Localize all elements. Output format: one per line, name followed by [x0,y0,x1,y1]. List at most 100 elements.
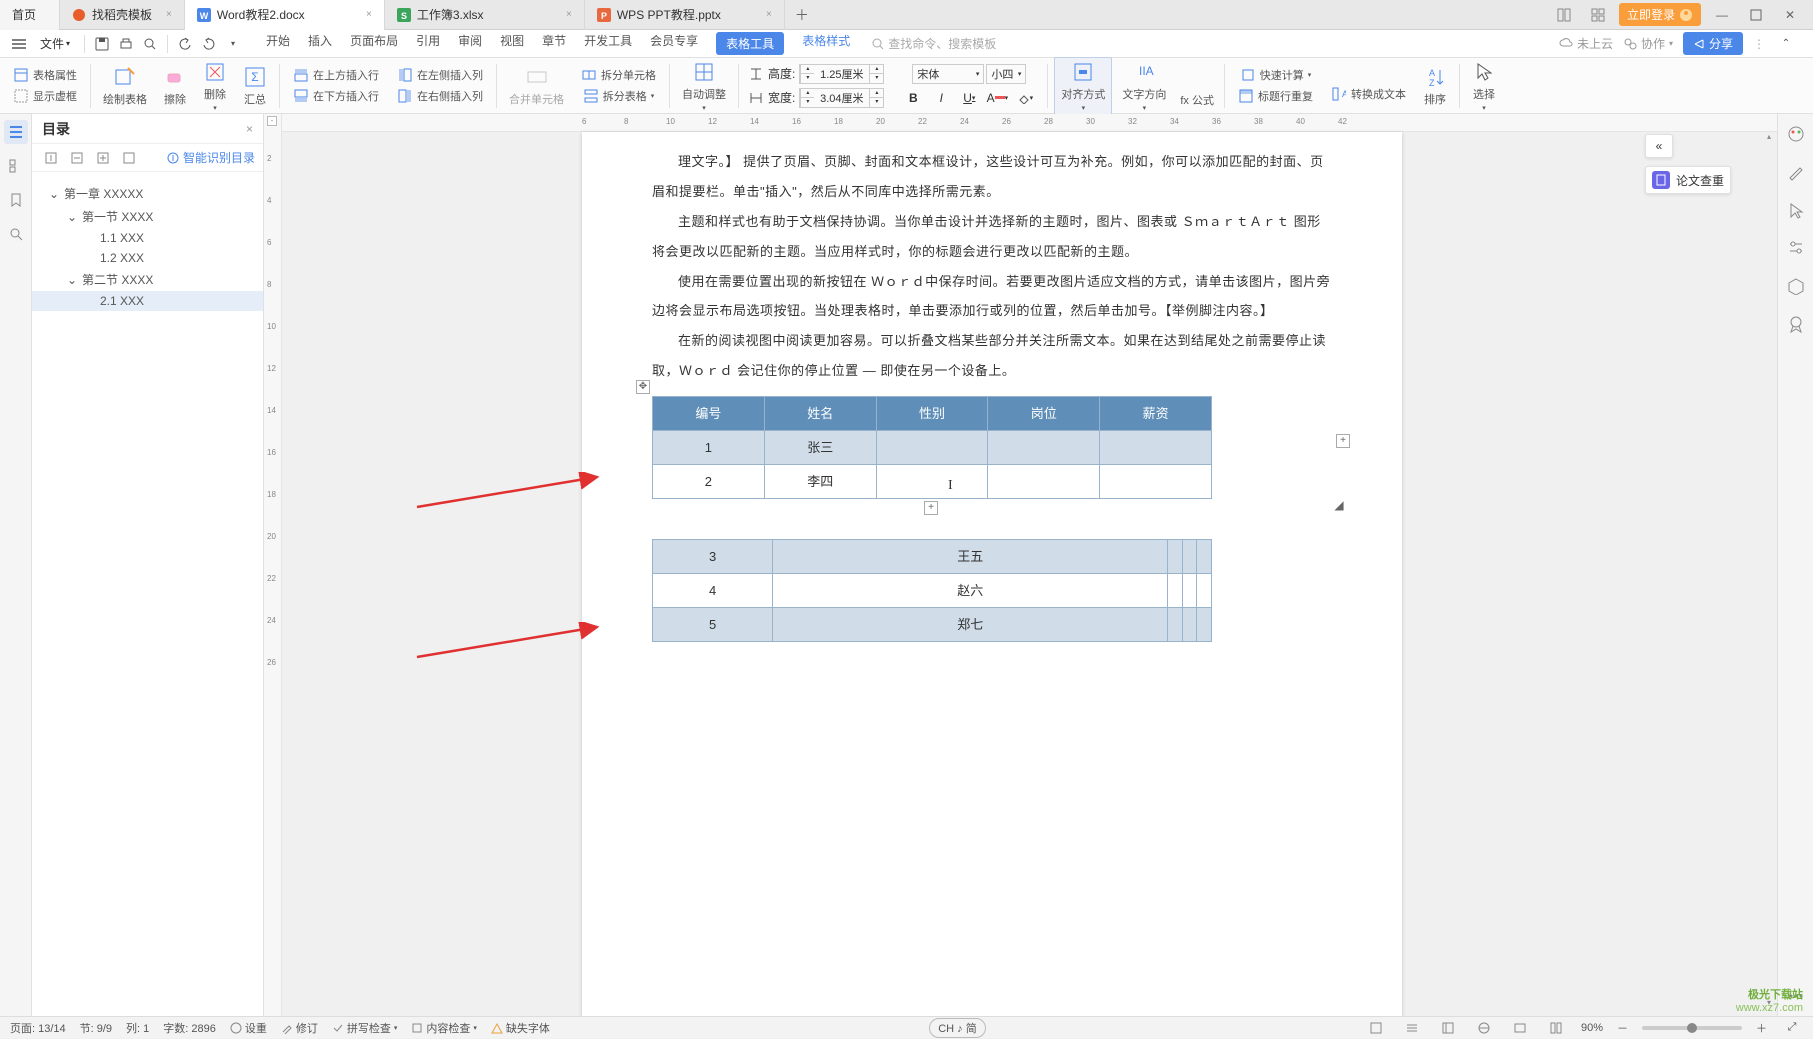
table-move-handle[interactable]: ✥ [636,380,650,394]
tab-template[interactable]: 找稻壳模板 × [60,0,185,30]
zoom-value[interactable]: 90% [1581,1022,1603,1034]
menu-tab-reference[interactable]: 引用 [416,32,440,55]
add-col-handle[interactable]: + [1336,434,1350,448]
add-row-handle[interactable]: + [924,501,938,515]
table-cell[interactable]: 王五 [773,540,1168,574]
table-properties[interactable]: 表格属性 [9,65,81,85]
status-content[interactable]: 内容检查▾ [411,1020,477,1036]
close-icon[interactable]: × [366,9,372,20]
data-table-1[interactable]: 编号姓名性别岗位薪资1张三2李四 [652,396,1212,499]
table-cell[interactable] [876,465,988,499]
close-icon[interactable]: × [246,122,253,136]
menu-tab-dev[interactable]: 开发工具 [584,32,632,55]
resize-handle[interactable]: ◢ [1332,499,1346,513]
col-width-input[interactable]: ▴▾3.04厘米▴▾ [799,88,884,108]
preview-button[interactable] [139,33,161,55]
save-button[interactable] [91,33,113,55]
smart-detect[interactable]: 智能识别目录 [167,149,255,166]
redo-button[interactable] [198,33,220,55]
night-mode[interactable] [1509,1017,1531,1039]
table-cell[interactable]: 张三 [764,431,876,465]
formula-button[interactable]: fx 公式 [1176,62,1218,110]
outline-item[interactable]: ⌄第二节 XXXX [32,268,263,291]
table-cell[interactable]: 2 [653,465,765,499]
undo-button[interactable] [174,33,196,55]
table-header[interactable]: 姓名 [764,397,876,431]
tab-home[interactable]: 首页 [0,0,60,30]
font-size-select[interactable]: 小四▾ [986,64,1026,84]
table-cell[interactable] [1182,608,1197,642]
zoom-fit[interactable] [1545,1017,1567,1039]
thumbnail-icon[interactable] [4,154,28,178]
table-cell[interactable]: 李四 [764,465,876,499]
file-menu[interactable]: 文件 ▾ [32,35,78,52]
print-button[interactable] [115,33,137,55]
outline-item[interactable]: 1.2 XXX [32,248,263,268]
outline-item[interactable]: 2.1 XXX [32,291,263,311]
table-cell[interactable] [988,431,1100,465]
expand-icon[interactable] [118,147,140,169]
insert-col-left[interactable]: 在左侧插入列 [393,65,487,85]
fold-button[interactable]: - [267,116,277,126]
status-section[interactable]: 节: 9/9 [80,1020,112,1036]
zoom-out[interactable]: － [1617,1020,1628,1036]
insert-row-above[interactable]: 在上方插入行 [289,65,383,85]
delete[interactable]: 删除▾ [197,58,233,114]
collapse-ribbon-icon[interactable]: ⌃ [1775,33,1797,55]
share-button[interactable]: 分享 [1683,32,1743,55]
menu-tab-review[interactable]: 审阅 [458,32,482,55]
insert-row-below[interactable]: 在下方插入行 [289,86,383,106]
fill-color-button[interactable]: ▾ [1012,88,1038,108]
settings-icon[interactable] [1784,236,1808,260]
view-mode-outline[interactable] [1437,1017,1459,1039]
menu-tab-layout[interactable]: 页面布局 [350,32,398,55]
menu-tab-section[interactable]: 章节 [542,32,566,55]
view-mode-read[interactable] [1473,1017,1495,1039]
row-height-input[interactable]: ▴▾1.25厘米▴▾ [799,64,884,84]
bold-button[interactable]: B [900,88,926,108]
outline-item[interactable]: ⌄第一节 XXXX [32,205,263,228]
view-mode-web[interactable] [1401,1017,1423,1039]
vertical-scrollbar[interactable]: ▴ ▾ [1763,132,1775,1012]
edit-icon[interactable] [1784,160,1808,184]
table-cell[interactable]: 赵六 [773,574,1168,608]
table-cell[interactable]: 3 [653,540,773,574]
table-header[interactable]: 岗位 [988,397,1100,431]
text-direction-button[interactable]: IIA文字方向▾ [1116,58,1172,114]
data-table-2[interactable]: 3王五4赵六5郑七 [652,539,1212,642]
to-text[interactable]: A转换成文本 [1327,84,1410,104]
app-switcher-icon[interactable] [1551,2,1577,28]
status-spell[interactable]: 拼写检查▾ [332,1020,398,1036]
table-cell[interactable] [1197,540,1212,574]
table-cell[interactable]: 1 [653,431,765,465]
close-icon[interactable]: ✕ [1777,2,1803,28]
underline-button[interactable]: U▾ [956,88,982,108]
menu-tab-view[interactable]: 视图 [500,32,524,55]
collapse-icon[interactable] [92,147,114,169]
draw-table[interactable]: 绘制表格 [97,63,153,109]
status-col[interactable]: 列: 1 [126,1020,149,1036]
table-header[interactable]: 性别 [876,397,988,431]
close-icon[interactable]: × [566,9,572,20]
menu-tab-insert[interactable]: 插入 [308,32,332,55]
badge-icon[interactable] [1784,312,1808,336]
cloud-status[interactable]: 未上云 [1559,35,1613,52]
menu-tab-table-tools[interactable]: 表格工具 [716,32,784,55]
apps-icon[interactable] [1585,2,1611,28]
bookmark-icon[interactable] [4,188,28,212]
cursor-icon[interactable] [1784,198,1808,222]
palette-icon[interactable] [1784,122,1808,146]
repeat-header[interactable]: 标题行重复 [1234,86,1317,106]
tab-ppt-doc[interactable]: P WPS PPT教程.pptx × [585,0,785,30]
table-cell[interactable]: 4 [653,574,773,608]
split-cells[interactable]: 拆分单元格 [577,65,660,85]
outline-icon[interactable] [4,120,28,144]
menu-tab-table-style[interactable]: 表格样式 [802,32,850,55]
new-tab-button[interactable]: ＋ [785,5,819,25]
view-mode-print[interactable] [1365,1017,1387,1039]
table-cell[interactable] [1100,431,1212,465]
customize-dropdown[interactable]: ▾ [222,33,244,55]
table-cell[interactable] [1168,574,1183,608]
status-page[interactable]: 页面: 13/14 [10,1020,66,1036]
show-gridlines[interactable]: 显示虚框 [9,86,81,106]
